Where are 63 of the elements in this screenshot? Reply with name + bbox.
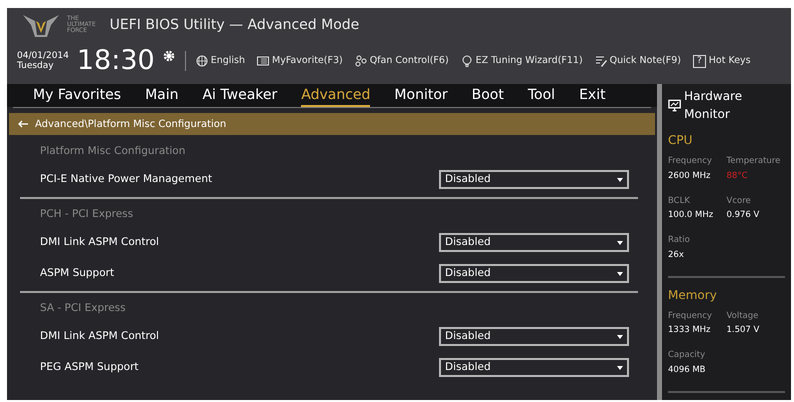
section-heading: SA - PCI Express <box>40 301 127 316</box>
toolbar-button[interactable]: EZ Tuning Wizard(F11) <box>460 54 583 68</box>
toolbar-button[interactable]: English <box>196 54 245 68</box>
menu-tab[interactable]: Tool <box>528 86 556 107</box>
date-text: 04/01/2014 <box>17 51 69 61</box>
reading-label: Frequency <box>668 155 713 168</box>
caret-icon <box>617 366 623 370</box>
reading-label: Ratio <box>668 234 691 247</box>
section-title: Memory <box>668 286 718 304</box>
note-icon <box>594 55 607 67</box>
menu-tab[interactable]: Main <box>145 86 178 107</box>
menu-tab[interactable]: My Favorites <box>33 86 122 107</box>
reading-value: 100.0 MHz <box>668 209 714 222</box>
lightbulb-icon <box>460 55 473 67</box>
menu-tab[interactable]: Exit <box>579 86 606 107</box>
reading-label: BCLK <box>668 194 691 208</box>
breadcrumb-path: Advanced\Platform Misc Configuration <box>35 118 226 132</box>
dropdown-field[interactable]: Disabled <box>439 264 629 283</box>
dropdown-field[interactable]: Disabled <box>439 358 629 377</box>
window-title: UEFI BIOS Utility — Advanced Mode <box>110 16 360 34</box>
section-title: CPU <box>668 132 694 149</box>
toolbar-button[interactable]: MyFavorite(F3) <box>257 54 343 68</box>
section-heading: Platform Misc Configuration <box>40 144 186 160</box>
toolbar-button[interactable]: Qfan Control(F6) <box>354 54 449 68</box>
reading-label: Frequency <box>668 310 713 322</box>
caret-icon <box>617 272 623 276</box>
reading-label: Voltage <box>726 310 760 322</box>
dropdown-field[interactable]: Disabled <box>439 233 629 252</box>
caret-icon <box>617 240 623 244</box>
reading-value: 2600 MHz <box>668 170 712 182</box>
toolbar-button[interactable]: Quick Note(F9) <box>594 54 681 68</box>
back-arrow-icon[interactable] <box>17 120 29 128</box>
toolbar-button[interactable]: ? Hot Keys <box>692 54 751 68</box>
reading-value: 0.976 V <box>726 209 760 222</box>
menu-tab[interactable]: Ai Tweaker <box>202 86 278 107</box>
caret-icon <box>617 178 623 182</box>
setting-label: ASPM Support <box>40 266 114 281</box>
reading-label: Capacity <box>668 349 706 362</box>
dropdown-field[interactable]: Disabled <box>439 170 629 189</box>
menu-tab[interactable]: Monitor <box>394 86 448 107</box>
reading-value: 1333 MHz <box>668 324 712 337</box>
dropdown-field[interactable]: Disabled <box>439 327 629 346</box>
section-heading: PCH - PCI Express <box>40 207 134 222</box>
monitor-icon <box>668 98 682 112</box>
setting-label: PCI-E Native Power Management <box>40 172 212 187</box>
reading-value: 26x <box>668 248 685 262</box>
clock-time: 18:30 <box>76 47 155 75</box>
menu-tab[interactable]: Boot <box>472 86 504 107</box>
day-text: Tuesday <box>17 61 55 71</box>
help-icon: ? <box>692 54 706 68</box>
reading-value: 1.507 V <box>726 324 760 337</box>
caret-icon <box>617 334 623 338</box>
reading-label: Temperature <box>726 155 782 168</box>
reading-value: 88°C <box>726 170 749 182</box>
settings-icon[interactable] <box>162 50 175 62</box>
panel-title: Hardware Monitor <box>684 88 744 123</box>
setting-label: DMI Link ASPM Control <box>40 328 159 344</box>
list-icon <box>257 55 269 67</box>
setting-label: DMI Link ASPM Control <box>40 234 159 250</box>
reading-label: Vcore <box>726 194 752 208</box>
setting-label: PEG ASPM Support <box>40 360 139 375</box>
reading-value: 4096 MB <box>668 364 706 376</box>
globe-icon <box>196 55 208 67</box>
